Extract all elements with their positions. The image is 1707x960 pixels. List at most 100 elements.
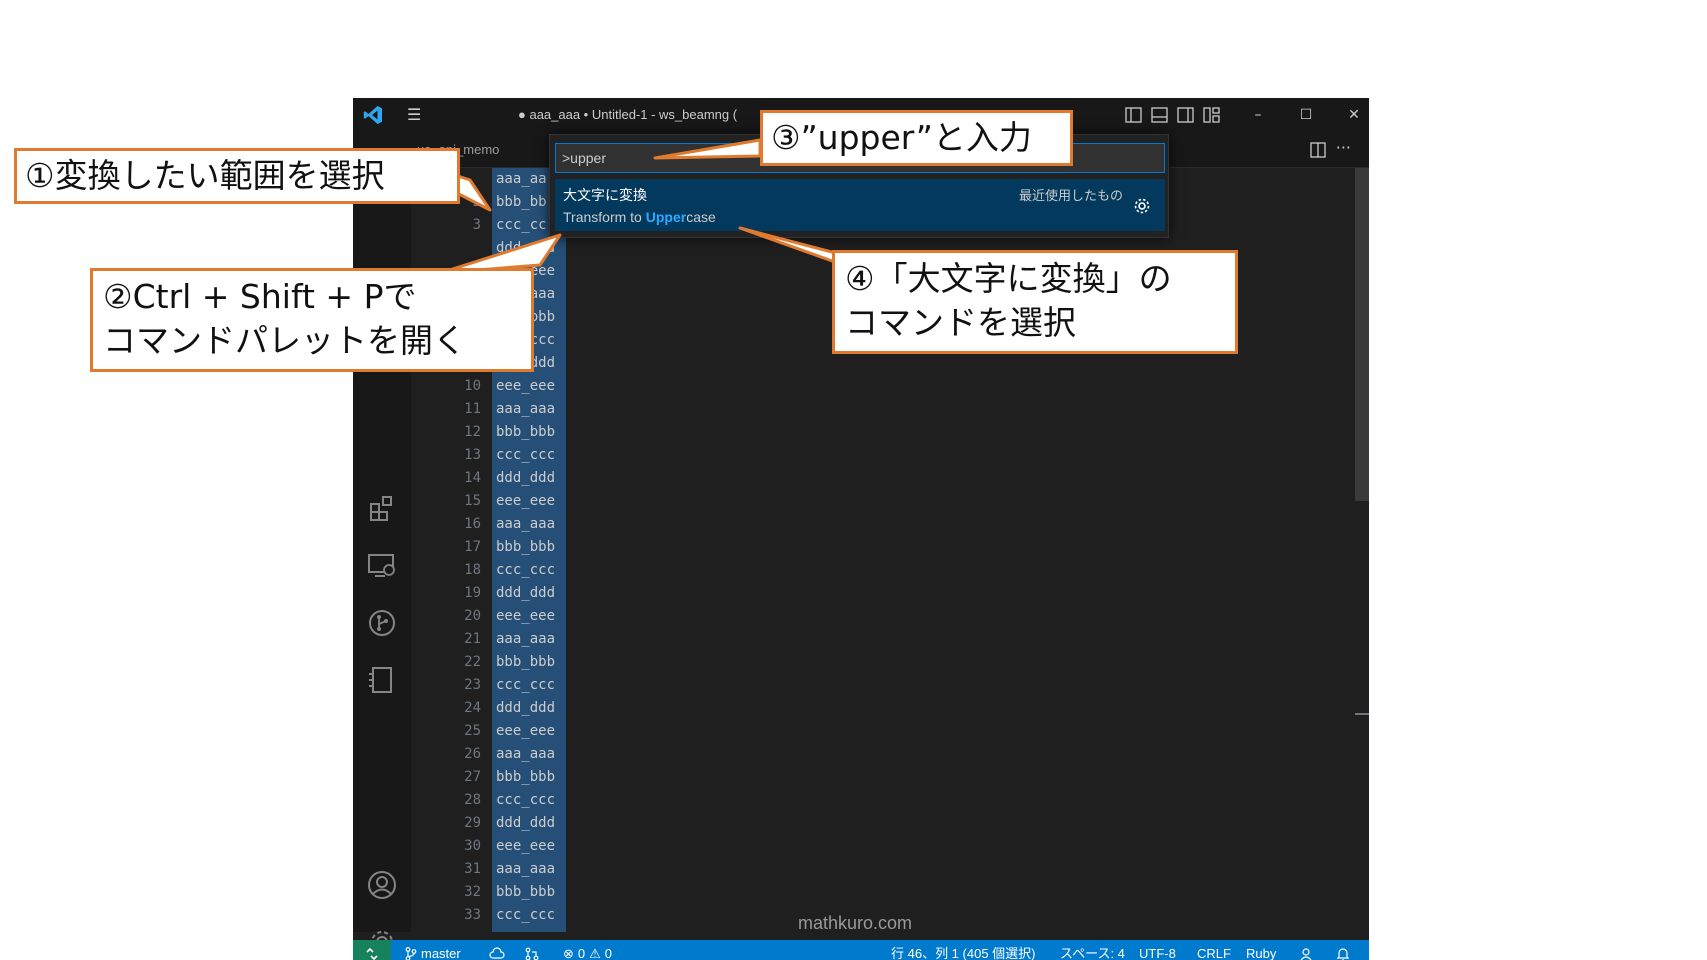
maximize-icon[interactable]: ☐ <box>1293 103 1319 127</box>
line-number: 27 <box>464 769 481 785</box>
code-line: aaa_aaa <box>496 746 556 762</box>
line-number <box>411 237 481 260</box>
callout-step4-line1: ④「大文字に変換」の <box>845 259 1172 298</box>
account-icon[interactable] <box>366 869 398 901</box>
cursor-position[interactable]: 行 46、列 1 (405 個選択) <box>891 940 1036 960</box>
callout-step2: ②Ctrl + Shift + Pで コマンドパレットを開く <box>90 268 534 372</box>
detail-highlight: Upper <box>645 209 687 225</box>
line-number: 10 <box>464 378 481 394</box>
code-line: aaa_aaa <box>496 861 556 877</box>
code-line: ddd_ddd <box>496 815 556 831</box>
line-number: 17 <box>464 539 481 555</box>
command-item-label: 大文字に変換 <box>563 188 647 204</box>
line-number: 15 <box>464 493 481 509</box>
line-number: 24 <box>464 700 481 716</box>
line-number: 30 <box>464 838 481 854</box>
layout-controls <box>1125 107 1220 123</box>
line-number: 26 <box>464 746 481 762</box>
toggle-primary-sidebar-icon[interactable] <box>1125 107 1142 123</box>
split-editor-icon[interactable] <box>1310 142 1326 158</box>
code-line: aaa_aaa <box>496 401 556 417</box>
callout-step2-line1: ②Ctrl + Shift + Pで <box>103 277 417 316</box>
remote-explorer-icon[interactable] <box>366 550 398 582</box>
command-item-detail: Transform to Uppercase <box>563 209 716 225</box>
code-line: bbb_bbb <box>496 539 556 555</box>
screenshot-root: ☰ ● aaa_aaa • Untitled-1 - ws_beamng ( –… <box>0 0 1707 960</box>
line-number: 20 <box>464 608 481 624</box>
callout-step3: ③”upper”と入力 <box>760 110 1073 166</box>
code-line: ddd_ddd <box>496 700 556 716</box>
notebook-icon[interactable] <box>366 664 398 696</box>
close-icon[interactable]: ✕ <box>1341 103 1367 127</box>
code-line: bbb_bbb <box>496 769 556 785</box>
extensions-icon[interactable] <box>366 492 398 524</box>
code-line: bbb_bbb <box>496 884 556 900</box>
pull-request-icon[interactable] <box>525 940 539 960</box>
line-number: 25 <box>464 723 481 739</box>
window-title: ● aaa_aaa • Untitled-1 - ws_beamng ( <box>518 107 738 122</box>
command-item-transform-uppercase[interactable]: 大文字に変換 Transform to Uppercase 最近使用したもの <box>555 179 1165 231</box>
vscode-window: ☰ ● aaa_aaa • Untitled-1 - ws_beamng ( –… <box>353 98 1369 960</box>
callout-step1: ①変換したい範囲を選択 <box>14 148 460 204</box>
line-number: 11 <box>464 401 481 417</box>
vscode-logo-icon <box>363 106 382 124</box>
line-number: 31 <box>464 861 481 877</box>
line-number: 29 <box>464 815 481 831</box>
source-control-icon[interactable] <box>366 607 398 639</box>
detail-suffix: case <box>686 209 716 225</box>
line-number: 16 <box>464 516 481 532</box>
detail-prefix: Transform to <box>563 209 646 225</box>
code-line: bbb_bbb <box>496 654 556 670</box>
line-number: 32 <box>464 884 481 900</box>
line-number: 19 <box>464 585 481 601</box>
indentation-status[interactable]: スペース: 4 <box>1060 940 1125 960</box>
status-bar: master ⊗ 0 ⚠ 0 行 46、列 1 (405 個選択) スペース: 4 … <box>353 940 1369 960</box>
line-number: 21 <box>464 631 481 647</box>
notifications-bell-icon[interactable] <box>1336 940 1350 960</box>
code-line: ccc_ccc <box>496 907 556 923</box>
line-number: 13 <box>464 447 481 463</box>
code-line: ccc_cc <box>496 217 547 233</box>
code-line: aaa_aaa <box>496 516 556 532</box>
line-number: 12 <box>464 424 481 440</box>
customize-layout-icon[interactable] <box>1203 107 1220 123</box>
error-count: 0 <box>577 946 586 960</box>
git-branch-icon <box>405 946 417 960</box>
line-number: 28 <box>464 792 481 808</box>
toggle-secondary-sidebar-icon[interactable] <box>1177 107 1194 123</box>
problems-status[interactable]: ⊗ 0 ⚠ 0 <box>563 940 612 960</box>
language-mode[interactable]: Ruby <box>1246 940 1276 960</box>
code-line: eee_eee <box>496 493 556 509</box>
sync-icon[interactable] <box>489 940 505 960</box>
code-line: eee_eee <box>496 723 556 739</box>
more-actions-icon[interactable]: ··· <box>1336 138 1351 157</box>
scrollbar-thumb[interactable] <box>1355 168 1369 501</box>
line-number: 33 <box>464 907 481 923</box>
code-line: ccc_ccc <box>496 447 556 463</box>
code-line: ddd_ddd <box>496 585 556 601</box>
code-line: bbb_bb <box>496 194 547 210</box>
recently-used-badge: 最近使用したもの <box>1018 189 1123 204</box>
encoding-status[interactable]: UTF-8 <box>1139 940 1176 960</box>
vertical-scrollbar[interactable] <box>1355 168 1369 932</box>
branch-status[interactable]: master <box>405 940 461 960</box>
code-line: ddd_ddd <box>496 240 556 256</box>
line-number: 3 <box>472 217 481 233</box>
eol-status[interactable]: CRLF <box>1197 940 1231 960</box>
menu-icon[interactable]: ☰ <box>407 107 425 123</box>
code-line: eee_eee <box>496 378 556 394</box>
error-icon: ⊗ <box>563 946 574 960</box>
code-line: eee_eee <box>496 608 556 624</box>
code-line: ccc_ccc <box>496 792 556 808</box>
code-line: aaa_aa <box>496 171 547 187</box>
warning-icon: ⚠ <box>589 946 601 960</box>
configure-keybinding-gear-icon[interactable] <box>1133 197 1151 215</box>
toggle-panel-icon[interactable] <box>1151 107 1168 123</box>
code-line: eee_eee <box>496 838 556 854</box>
scrollbar-cursor-marker <box>1355 713 1369 715</box>
remote-indicator-icon[interactable] <box>353 940 391 960</box>
feedback-icon[interactable] <box>1299 940 1315 960</box>
callout-step4: ④「大文字に変換」の コマンドを選択 <box>832 250 1238 354</box>
minimize-icon[interactable]: – <box>1245 103 1271 127</box>
line-number: 14 <box>464 470 481 486</box>
